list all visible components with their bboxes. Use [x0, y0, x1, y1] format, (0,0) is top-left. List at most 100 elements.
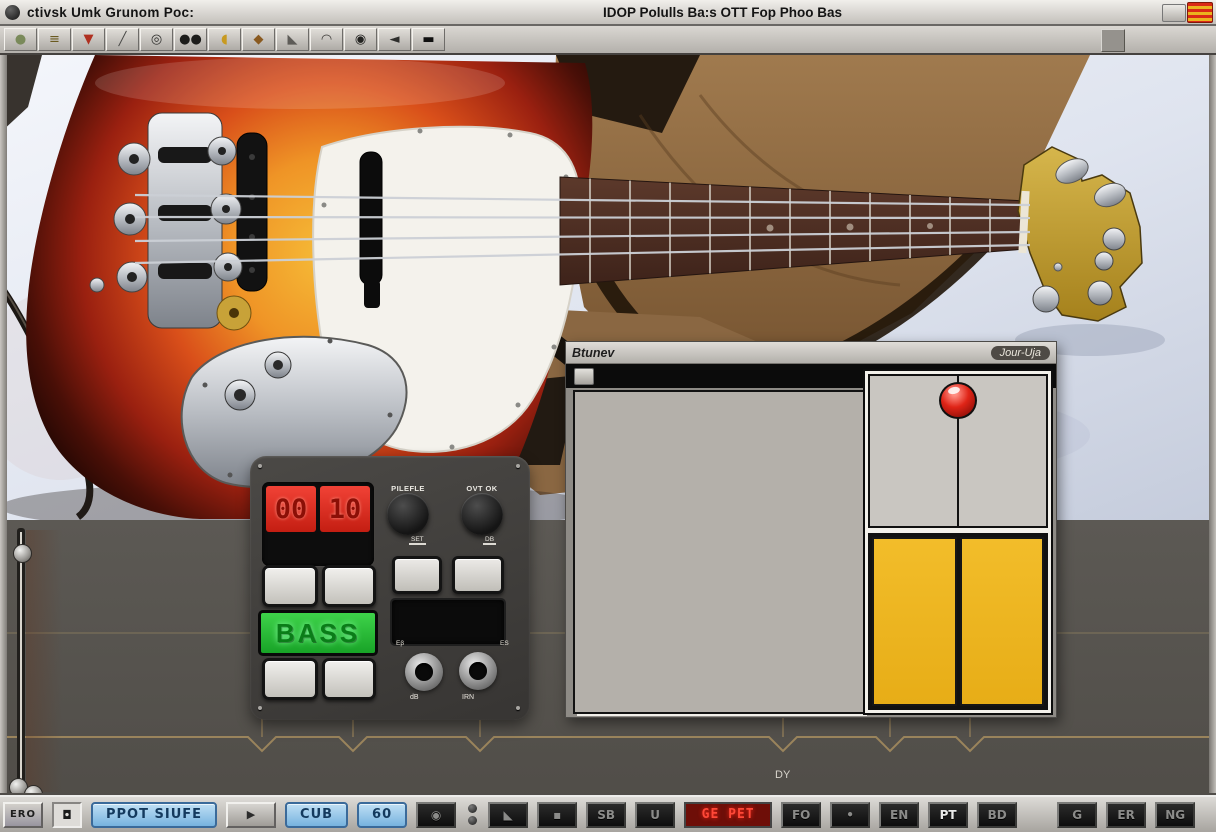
screw-icon — [516, 706, 520, 710]
taskbar-ppot-siufe-button[interactable]: PPOT SIUFE — [91, 802, 217, 828]
tool-icon: ▬ — [422, 33, 434, 46]
taskbar-60-button[interactable]: 60 — [357, 802, 407, 828]
pedal-jack2-label: IRN — [462, 694, 474, 701]
taskbar-dot-button[interactable]: • — [830, 802, 870, 828]
taskbar-black-button-1[interactable]: ◣ — [488, 802, 528, 828]
pedal-lcd-bezel: BASS — [258, 610, 378, 656]
taskbar-pt-button[interactable]: PT — [928, 802, 968, 828]
pedal-button-6[interactable] — [452, 556, 504, 594]
taskbar-sb-button[interactable]: SB — [586, 802, 626, 828]
yellow-cell-left[interactable] — [872, 537, 957, 706]
left-window-frame — [0, 55, 7, 795]
taskbar-cub-button[interactable]: CUB — [285, 802, 348, 828]
pedal-knob-2[interactable] — [461, 493, 503, 535]
tool-pencil[interactable]: ≡ — [38, 28, 71, 51]
tool-pen[interactable]: ╱ — [106, 28, 139, 51]
dialog-window: Btunev Jour-Uja Ω IJT ⊞, 20TRLB — [565, 341, 1057, 718]
taskbar-ng-button[interactable]: NG — [1155, 802, 1195, 828]
taskbar-led-display: GE PET — [684, 802, 772, 828]
tool-back[interactable]: ◄ — [378, 28, 411, 51]
tool-icon: ◉ — [355, 33, 366, 46]
dialog-badge: Jour-Uja — [991, 346, 1050, 360]
taskbar-en-button[interactable]: EN — [879, 802, 919, 828]
taskbar-er-button[interactable]: ER — [1106, 802, 1146, 828]
pedal-knob1-label: PILEFLE — [377, 484, 439, 493]
screw-icon — [258, 464, 262, 468]
pedal-jack1-label: dB — [410, 694, 419, 701]
tool-icon: ◆ — [254, 33, 264, 46]
screw-icon — [516, 464, 520, 468]
pedal-button-1[interactable] — [262, 565, 318, 607]
effects-pedal: 00 10 BASS PILEFLE OVT OK SET DB Eβ ES d… — [250, 456, 530, 720]
tool-circle[interactable]: ● — [4, 28, 37, 51]
pedal-button-3[interactable] — [262, 658, 318, 700]
bottom-taskbar: ERO ◘ PPOT SIUFE ▶ CUB 60 ◉ ◣ ▪ SB — [0, 795, 1216, 832]
pedal-led-display: 00 10 — [262, 482, 374, 566]
slider-knob-top[interactable] — [13, 544, 32, 563]
tool-shape[interactable]: ◣ — [276, 28, 309, 51]
tool-icon: ▼ — [84, 33, 94, 46]
dialog-right-panel — [863, 369, 1053, 715]
right-window-frame — [1209, 55, 1216, 795]
taskbar-spacer — [1026, 802, 1048, 828]
tool-dots[interactable]: ●● — [174, 28, 207, 51]
dialog-titlebar[interactable]: Btunev Jour-Uja — [566, 342, 1056, 364]
yellow-cell-right[interactable] — [960, 537, 1045, 706]
pedal-button-5[interactable] — [392, 556, 442, 594]
tool-icon: ◠ — [321, 33, 332, 46]
tool-icon: ◄ — [390, 33, 400, 46]
taskbar-knob-dots — [465, 802, 479, 828]
tool-brush[interactable]: ◆ — [242, 28, 275, 51]
panel-frame — [865, 371, 1051, 713]
pedal-jack1-top-label: Eβ — [396, 640, 404, 647]
red-ball-knob[interactable] — [939, 382, 977, 419]
taskbar-ero-button[interactable]: ERO — [3, 802, 43, 828]
app-icon[interactable] — [5, 5, 20, 20]
panel-top-section — [868, 374, 1048, 528]
pedal-button-4[interactable] — [322, 658, 376, 700]
taskbar-fo-button[interactable]: FO — [781, 802, 821, 828]
tool-arrow[interactable]: ▼ — [72, 28, 105, 51]
slider-shade — [26, 530, 62, 792]
dialog-title: Btunev — [572, 346, 614, 360]
tool-ring[interactable]: ◎ — [140, 28, 173, 51]
main-toolbar: ● ≡ ▼ ╱ ◎ ●● ◖ ◆ ◣ ◠ ◉ ◄ — [0, 26, 1216, 55]
taskbar-arrow-button[interactable]: ▶ — [226, 802, 276, 828]
app-window: DY 00 10 BASS PILEFLE OVT OK SET DB — [0, 0, 1216, 832]
document-title: IDOP Polulls Ba:s OTT Fop Phoo Bas — [603, 5, 842, 20]
slider-line — [20, 532, 22, 790]
pedal-knob-1[interactable] — [387, 493, 429, 535]
tool-icon: ● — [15, 33, 26, 46]
tool-record[interactable]: ▬ — [412, 28, 445, 51]
taskbar-bd-button[interactable]: BD — [977, 802, 1017, 828]
screw-icon — [258, 706, 262, 710]
tool-speaker[interactable]: ◉ — [344, 28, 377, 51]
pedal-jack-1[interactable] — [405, 653, 443, 691]
dialog-small-button[interactable] — [574, 368, 594, 385]
tool-icon: ●● — [179, 33, 202, 46]
pedal-lcd-display: BASS — [261, 613, 375, 653]
pedal-led-digit-right: 10 — [320, 486, 370, 532]
tool-icon: ◖ — [221, 33, 228, 46]
close-button[interactable] — [1187, 2, 1213, 23]
timeline-label: DY — [775, 769, 791, 781]
pedal-knob2-label: OVT OK — [451, 484, 513, 493]
tool-icon: ◣ — [288, 33, 298, 46]
taskbar-u-button[interactable]: U — [635, 802, 675, 828]
pedal-jack2-top-label: ES — [500, 640, 509, 647]
main-titlebar: ctivsk Umk Grunom Poc: IDOP Polulls Ba:s… — [0, 0, 1216, 26]
taskbar-black-button-2[interactable]: ▪ — [537, 802, 577, 828]
tool-crop[interactable]: ◖ — [208, 28, 241, 51]
taskbar-g-button[interactable]: G — [1057, 802, 1097, 828]
tool-icon: ╱ — [119, 33, 127, 46]
vertical-slider — [10, 528, 64, 800]
taskbar-cam-button[interactable]: ◉ — [416, 802, 456, 828]
pedal-jack-2[interactable] — [459, 652, 497, 690]
pedal-button-2[interactable] — [322, 565, 376, 607]
panel-bottom-section — [868, 533, 1048, 710]
toolbar-square-button[interactable] — [1101, 29, 1125, 52]
system-menu-button[interactable] — [1162, 4, 1186, 22]
tool-curve[interactable]: ◠ — [310, 28, 343, 51]
pedal-led-digit-left: 00 — [266, 486, 316, 532]
taskbar-icon-button[interactable]: ◘ — [52, 802, 82, 828]
